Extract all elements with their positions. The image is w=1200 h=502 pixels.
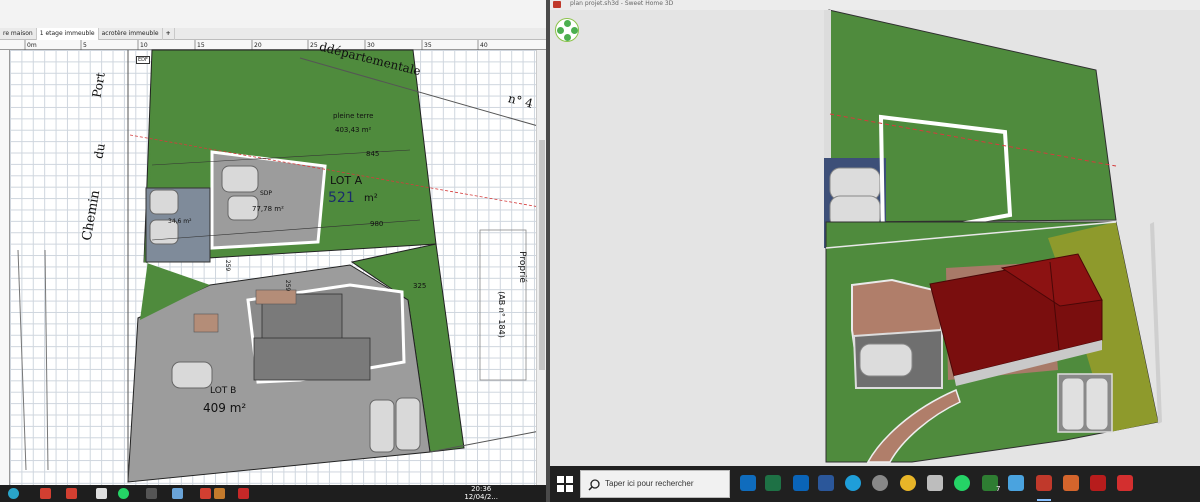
outlook-icon[interactable]	[793, 475, 809, 491]
vertical-scrollbar[interactable]	[536, 50, 546, 485]
word-icon[interactable]	[818, 475, 834, 491]
windows-start-icon[interactable]	[556, 475, 574, 493]
nav-right-arrow-icon[interactable]	[571, 27, 578, 34]
app-icon[interactable]	[146, 488, 157, 499]
nav-down-arrow-icon[interactable]	[564, 34, 571, 41]
ruler-label: 15	[197, 42, 205, 49]
left-taskbar: 20:36 12/04/2...	[0, 485, 546, 502]
ruler-label: 40	[480, 42, 488, 49]
left-clock-date: 12/04/2...	[464, 492, 498, 501]
taskbar-search-box[interactable]: Taper ici pour rechercher	[580, 470, 730, 498]
add-level-button[interactable]: +	[163, 27, 175, 40]
ruler-label: 10	[140, 42, 148, 49]
neighbor-proprio: Proprié	[516, 251, 527, 283]
tab-level-maison[interactable]: re maison	[0, 27, 37, 40]
dimension-325: 325	[413, 282, 427, 290]
edf-label: EDF	[136, 56, 150, 64]
app-icon[interactable]	[66, 488, 77, 499]
pleine-terre-area: 403,43 m²	[335, 126, 372, 134]
dimension-259: 259	[224, 259, 232, 272]
vertical-ruler	[0, 50, 10, 485]
ruler-label: 30	[367, 42, 375, 49]
left-clock[interactable]: 20:36 12/04/2...	[464, 485, 498, 501]
app-icon[interactable]	[872, 475, 888, 491]
screen: re maison 1 etage immeuble acrotère imme…	[0, 0, 1200, 502]
road-label-du: du	[91, 142, 108, 160]
excel-icon[interactable]	[765, 475, 781, 491]
dimension-845: 845	[366, 150, 380, 158]
dimension-259b: 259	[284, 279, 292, 292]
app-icon[interactable]	[1008, 475, 1024, 491]
search-placeholder: Taper ici pour rechercher	[605, 479, 694, 488]
left-window-titlebar	[0, 0, 546, 28]
view-3d-window: plan projet.sh3d - Sweet Home 3D	[550, 0, 1200, 466]
car-3d	[1085, 377, 1109, 431]
chrome-icon[interactable]	[900, 475, 916, 491]
tab-level-etage[interactable]: 1 etage immeuble	[36, 27, 99, 40]
level-tabs: re maison 1 etage immeuble acrotère imme…	[0, 27, 546, 40]
app-icon[interactable]	[238, 488, 249, 499]
app-icon[interactable]	[40, 488, 51, 499]
view-3d-canvas[interactable]	[550, 0, 1200, 466]
whatsapp-icon[interactable]	[954, 475, 970, 491]
scrollbar-thumb[interactable]	[539, 140, 545, 370]
lot-b-area: 409 m²	[203, 401, 247, 415]
sweethome-icon[interactable]	[172, 488, 183, 499]
car-3d	[859, 343, 913, 377]
ruler-label: 35	[424, 42, 432, 49]
app-icon[interactable]	[214, 488, 225, 499]
acrobat-icon[interactable]	[1117, 475, 1133, 491]
app-icon[interactable]	[1090, 475, 1106, 491]
lot-a-area-unit: m²	[364, 193, 378, 204]
whatsapp-icon[interactable]	[118, 488, 129, 499]
lot-b-name: LOT B	[210, 386, 237, 396]
ruler-label: 25	[310, 42, 318, 49]
lot-a-name: LOT A	[330, 174, 363, 187]
sdp-label: SDP	[260, 190, 273, 197]
pleine-terre-label: pleine terre	[333, 112, 374, 120]
plan-editor-window: re maison 1 etage immeuble acrotère imme…	[0, 0, 546, 485]
ruler-label: 5	[83, 42, 87, 49]
sweethome-taskbar-icon[interactable]	[1036, 475, 1052, 491]
windows-taskbar: Taper ici pour rechercher 7	[550, 466, 1200, 502]
app-icon[interactable]	[96, 488, 107, 499]
ruler-label: 20	[254, 42, 262, 49]
lot-a-area-value: 521	[328, 190, 355, 206]
nav-up-arrow-icon[interactable]	[564, 20, 571, 27]
mail-icon[interactable]	[740, 475, 756, 491]
edge-icon[interactable]	[845, 475, 861, 491]
active-app-indicator	[1037, 499, 1051, 501]
garage-area: 34,6 m²	[168, 218, 192, 225]
sdp-area: 77,78 m²	[252, 205, 284, 213]
plan-canvas[interactable]	[10, 50, 536, 485]
horizontal-ruler: 0m 5 10 15 20 25 30 35 40	[0, 40, 546, 50]
app-icon[interactable]	[1063, 475, 1079, 491]
tab-level-acrotere[interactable]: acrotère immeuble	[99, 27, 163, 40]
app-icon[interactable]	[200, 488, 211, 499]
ruler-label: 0m	[27, 42, 37, 49]
search-icon	[588, 479, 600, 491]
nav-left-arrow-icon[interactable]	[557, 27, 564, 34]
navigation-arrows-control[interactable]	[555, 18, 579, 42]
browser-icon[interactable]	[8, 488, 19, 499]
app-icon[interactable]	[927, 475, 943, 491]
car-3d	[1061, 377, 1085, 431]
neighbor-parcel: (AB n° 184)	[496, 291, 506, 338]
notification-badge: 7	[996, 485, 1001, 493]
car-3d	[829, 167, 881, 201]
dimension-980: 980	[370, 220, 384, 228]
